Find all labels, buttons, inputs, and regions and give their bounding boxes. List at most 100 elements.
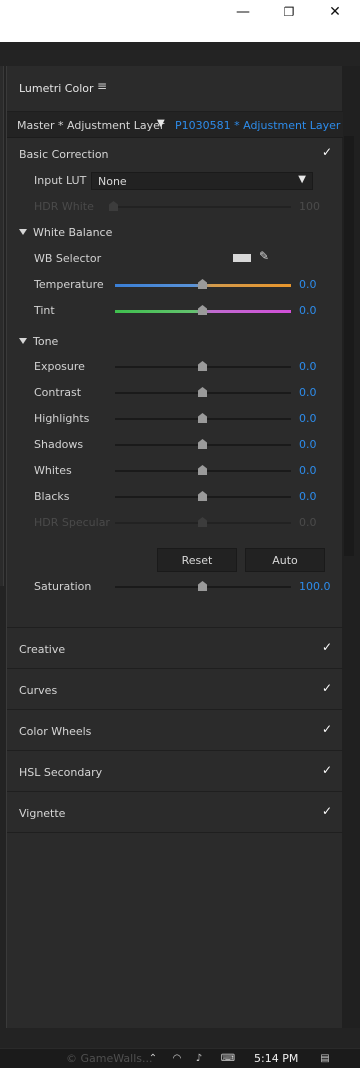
creative-toggle-icon[interactable]: ✓: [321, 641, 333, 653]
window-titlebar: — ❐ ✕: [0, 0, 360, 42]
left-panel-edge: [0, 66, 4, 586]
white-balance-header[interactable]: White Balance: [19, 226, 112, 239]
shadows-value[interactable]: 0.0: [299, 438, 317, 451]
highlights-label: Highlights: [34, 412, 90, 425]
chevron-up-icon[interactable]: ⌃: [146, 1053, 160, 1065]
contrast-value[interactable]: 0.0: [299, 386, 317, 399]
exposure-thumb[interactable]: [198, 361, 207, 371]
tone-slider-row: HDR Specular 0.0: [7, 510, 343, 536]
auto-button[interactable]: Auto: [245, 548, 325, 572]
color-wheels-toggle-icon[interactable]: ✓: [321, 723, 333, 735]
contrast-label: Contrast: [34, 386, 82, 399]
right-scroll-area: [342, 66, 360, 1028]
exposure-value[interactable]: 0.0: [299, 360, 317, 373]
whites-label: Whites: [34, 464, 72, 477]
hsl-secondary-toggle-icon[interactable]: ✓: [321, 764, 333, 776]
whites-thumb[interactable]: [198, 465, 207, 475]
temperature-value[interactable]: 0.0: [299, 278, 317, 291]
input-lut-label: Input LUT: [34, 174, 87, 187]
saturation-thumb[interactable]: [198, 581, 207, 591]
highlights-value[interactable]: 0.0: [299, 412, 317, 425]
wifi-icon[interactable]: ◠: [170, 1053, 184, 1065]
contrast-thumb[interactable]: [198, 387, 207, 397]
collapse-triangle-icon: [19, 338, 27, 344]
basic-correction-toggle-icon[interactable]: ✓: [321, 146, 333, 158]
hdr-white-label: HDR White: [34, 200, 94, 213]
reset-button[interactable]: Reset: [157, 548, 237, 572]
curves-header[interactable]: Curves: [19, 684, 57, 697]
basic-correction-header[interactable]: Basic Correction: [19, 148, 109, 161]
collapse-triangle-icon: [19, 229, 27, 235]
exposure-label: Exposure: [34, 360, 85, 373]
volume-icon[interactable]: ♪: [192, 1053, 206, 1065]
vignette-section[interactable]: Vignette ✓: [7, 792, 343, 833]
layer-dropdown-icon[interactable]: ▼: [157, 118, 165, 129]
temperature-row: Temperature 0.0: [7, 272, 343, 298]
wb-color-swatch[interactable]: [233, 254, 251, 262]
tint-thumb[interactable]: [198, 305, 207, 315]
watermark-text: © GameWalls...: [66, 1052, 153, 1065]
eyedropper-icon[interactable]: ✎: [259, 249, 269, 263]
temperature-label: Temperature: [34, 278, 104, 291]
tone-slider-row: Shadows 0.0: [7, 432, 343, 458]
tone-title: Tone: [33, 335, 59, 348]
blacks-value[interactable]: 0.0: [299, 490, 317, 503]
white-balance-title: White Balance: [33, 226, 113, 239]
minimize-button[interactable]: —: [231, 3, 255, 21]
close-icon: ✕: [329, 4, 341, 20]
scrollbar[interactable]: [344, 136, 354, 556]
panel-menu-icon[interactable]: ≡: [97, 79, 107, 93]
chevron-down-icon: ▼: [298, 174, 306, 185]
wb-selector-row: WB Selector ✎: [7, 246, 343, 272]
color-wheels-section[interactable]: Color Wheels ✓: [7, 710, 343, 751]
tone-slider-row: Contrast 0.0: [7, 380, 343, 406]
notifications-icon[interactable]: ▤: [318, 1053, 332, 1065]
hsl-secondary-header[interactable]: HSL Secondary: [19, 766, 102, 779]
creative-section[interactable]: Creative ✓: [7, 628, 343, 669]
hsl-secondary-section[interactable]: HSL Secondary ✓: [7, 751, 343, 792]
input-lut-row: Input LUT None ▼: [7, 168, 343, 194]
hdr-white-track: [115, 206, 291, 208]
temperature-thumb[interactable]: [198, 279, 207, 289]
clip-layer-link[interactable]: P1030581 * Adjustment Layer: [175, 119, 340, 132]
shadows-thumb[interactable]: [198, 439, 207, 449]
tone-slider-row: Whites 0.0: [7, 458, 343, 484]
hdr-white-row: HDR White 100: [7, 194, 343, 220]
tone-slider-row: Highlights 0.0: [7, 406, 343, 432]
tint-label: Tint: [34, 304, 55, 317]
restore-icon: ❐: [283, 5, 295, 19]
curves-section[interactable]: Curves ✓: [7, 669, 343, 710]
lumetri-color-panel: Lumetri Color ≡ Master * Adjustment Laye…: [6, 66, 343, 1028]
shadows-label: Shadows: [34, 438, 84, 451]
vignette-toggle-icon[interactable]: ✓: [321, 805, 333, 817]
curves-toggle-icon[interactable]: ✓: [321, 682, 333, 694]
color-wheels-header[interactable]: Color Wheels: [19, 725, 91, 738]
saturation-value[interactable]: 100.0: [299, 580, 331, 593]
layer-selector-bar: Master * Adjustment Layer ▼ P1030581 * A…: [7, 112, 343, 138]
tone-slider-row: Blacks 0.0: [7, 484, 343, 510]
panel-header: Lumetri Color ≡: [7, 66, 343, 112]
restore-button[interactable]: ❐: [277, 3, 301, 21]
creative-header[interactable]: Creative: [19, 643, 65, 656]
clock-time[interactable]: 5:14 PM: [254, 1052, 298, 1065]
vignette-header[interactable]: Vignette: [19, 807, 65, 820]
saturation-label: Saturation: [34, 580, 92, 593]
master-layer-label: Master * Adjustment Layer: [17, 119, 165, 132]
basic-correction-section: Basic Correction ✓ Input LUT None ▼ HDR …: [7, 138, 343, 628]
blacks-label: Blacks: [34, 490, 70, 503]
blacks-thumb[interactable]: [198, 491, 207, 501]
hdr-specular-value: 0.0: [299, 516, 317, 529]
keyboard-icon[interactable]: ⌨: [218, 1053, 238, 1065]
hdr-specular-label: HDR Specular: [34, 516, 110, 529]
tone-header[interactable]: Tone: [19, 335, 58, 348]
panel-title: Lumetri Color: [19, 82, 94, 95]
input-lut-dropdown[interactable]: None ▼: [91, 172, 313, 190]
hdr-specular-thumb: [198, 517, 207, 527]
tint-row: Tint 0.0: [7, 298, 343, 324]
highlights-thumb[interactable]: [198, 413, 207, 423]
whites-value[interactable]: 0.0: [299, 464, 317, 477]
wb-selector-label: WB Selector: [34, 252, 102, 265]
hdr-white-value: 100: [299, 200, 320, 213]
close-button[interactable]: ✕: [323, 3, 347, 21]
tint-value[interactable]: 0.0: [299, 304, 317, 317]
